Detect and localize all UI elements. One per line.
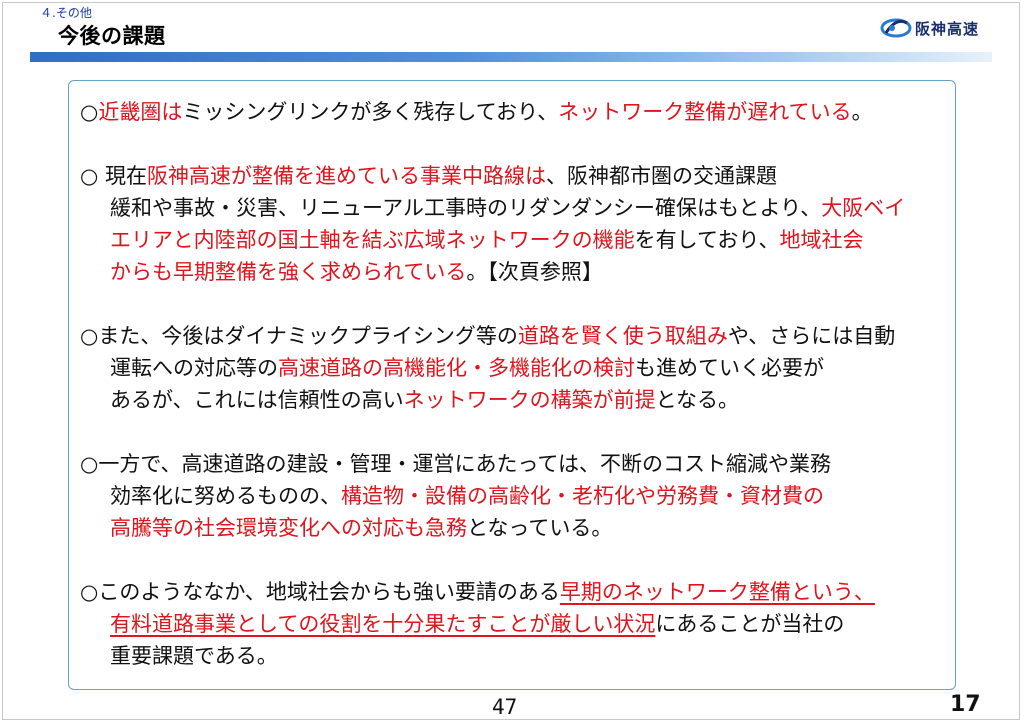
text-segment: 。	[851, 100, 873, 124]
text-segment: 重要課題である。	[110, 644, 278, 668]
logo-text: 阪神高速	[915, 19, 980, 38]
paragraph-line: 有料道路事業としての役割を十分果たすことが厳しい状況にあることが当社の	[80, 608, 940, 640]
text-segment: あるが、これには信頼性の高い	[110, 388, 404, 412]
title-underline-bar	[30, 52, 992, 62]
paragraph-line: ○ 現在阪神高速が整備を進めている事業中路線は、阪神都市圏の交通課題	[80, 160, 940, 192]
highlighted-text: 近畿圏は	[98, 100, 183, 124]
text-segment: 緩和や事故・災害、リニューアル工事時のリダンダンシー確保はもとより、	[110, 196, 822, 220]
paragraph: ○このようななか、地域社会からも強い要請のある早期のネットワーク整備という、 有料…	[80, 576, 940, 672]
highlighted-text: 阪神高速が整備を進めている事業中路線は	[147, 164, 546, 188]
text-segment: ミッシングリンクが多く残存しており、	[182, 100, 559, 124]
highlighted-text: 高速道路の高機能化・多機能化の検討	[278, 356, 635, 380]
text-segment: となっている。	[467, 516, 613, 540]
paragraph: ○近畿圏はミッシングリンクが多く残存しており、ネットワーク整備が遅れている。	[80, 96, 940, 128]
highlighted-text: ネットワークの構築が前提	[403, 388, 656, 412]
highlighted-text: からも早期整備を強く求められている	[110, 260, 467, 284]
paragraph-line: エリアと内陸部の国土軸を結ぶ広域ネットワークの機能を有しており、地域社会	[80, 224, 940, 256]
text-segment: も進めていく必要が	[635, 356, 824, 380]
hanshin-logo-icon	[880, 18, 912, 38]
paragraph-line: 高騰等の社会環境変化への対応も急務となっている。	[80, 512, 940, 544]
text-segment: となる。	[655, 388, 739, 412]
highlighted-text: 大阪ベイ	[821, 196, 906, 220]
text-segment: 。【次頁参照】	[466, 260, 603, 284]
highlighted-text: 地域社会	[779, 228, 864, 252]
highlighted-text: 早期のネットワーク整備という、	[559, 580, 875, 604]
paragraph-line: ○近畿圏はミッシングリンクが多く残存しており、ネットワーク整備が遅れている。	[80, 96, 940, 128]
paragraph: ○ 現在阪神高速が整備を進めている事業中路線は、阪神都市圏の交通課題 緩和や事故・…	[80, 160, 940, 288]
company-logo: 阪神高速	[880, 14, 979, 42]
paragraph-line: 運転への対応等の高速道路の高機能化・多機能化の検討も進めていく必要が	[80, 352, 940, 384]
text-segment: にあることが当社の	[655, 612, 845, 636]
paragraph-line: 重要課題である。	[80, 640, 940, 672]
text-segment: ○ 現在	[80, 164, 147, 188]
text-segment: ○このようななか、地域社会からも強い要請のある	[80, 580, 560, 604]
paragraph-line: ○また、今後はダイナミックプライシング等の道路を賢く使う取組みや、さらには自動	[80, 320, 940, 352]
page-title: 今後の課題	[58, 24, 166, 48]
text-segment: 運転への対応等の	[110, 356, 278, 380]
paragraph-line: 緩和や事故・災害、リニューアル工事時のリダンダンシー確保はもとより、大阪ベイ	[80, 192, 940, 224]
text-segment: ○また、今後はダイナミックプライシング等の	[80, 324, 518, 348]
text-segment: や、さらには自動	[727, 324, 896, 348]
highlighted-text: 有料道路事業としての役割を十分果たすことが厳しい状況	[110, 612, 656, 636]
highlighted-text: ネットワーク整備が遅れている	[558, 100, 852, 124]
paragraph-line: からも早期整備を強く求められている。【次頁参照】	[80, 256, 940, 288]
paragraph-line: 効率化に努めるものの、構造物・設備の高齢化・老朽化や労務費・資材費の	[80, 480, 940, 512]
paragraph: ○また、今後はダイナミックプライシング等の道路を賢く使う取組みや、さらには自動運…	[80, 320, 940, 416]
highlighted-text: 構造物・設備の高齢化・老朽化や労務費・資材費の	[341, 484, 824, 508]
highlighted-text: 高騰等の社会環境変化への対応も急務	[110, 516, 467, 540]
slide-number: 17	[950, 692, 981, 717]
paragraph-line: あるが、これには信頼性の高いネットワークの構築が前提となる。	[80, 384, 940, 416]
paragraph-line: ○このようななか、地域社会からも強い要請のある早期のネットワーク整備という、	[80, 576, 940, 608]
page-number-center: 47	[492, 695, 518, 719]
highlighted-text: 道路を賢く使う取組み	[517, 324, 728, 348]
text-segment: 、阪神都市圏の交通課題	[546, 164, 777, 188]
highlighted-text: エリアと内陸部の国土軸を結ぶ広域ネットワークの機能	[110, 228, 635, 252]
paragraph-line: ○一方で、高速道路の建設・管理・運営にあたっては、不断のコスト縮減や業務	[80, 448, 940, 480]
paragraph: ○一方で、高速道路の建設・管理・運営にあたっては、不断のコスト縮減や業務効率化に…	[80, 448, 940, 544]
text-segment: を有しており、	[634, 228, 780, 252]
text-segment: ○一方で、高速道路の建設・管理・運営にあたっては、不断のコスト縮減や業務	[80, 452, 832, 476]
text-segment: ○	[80, 100, 99, 124]
text-segment: 効率化に努めるものの、	[110, 484, 341, 508]
section-label: ４.その他	[40, 6, 92, 20]
